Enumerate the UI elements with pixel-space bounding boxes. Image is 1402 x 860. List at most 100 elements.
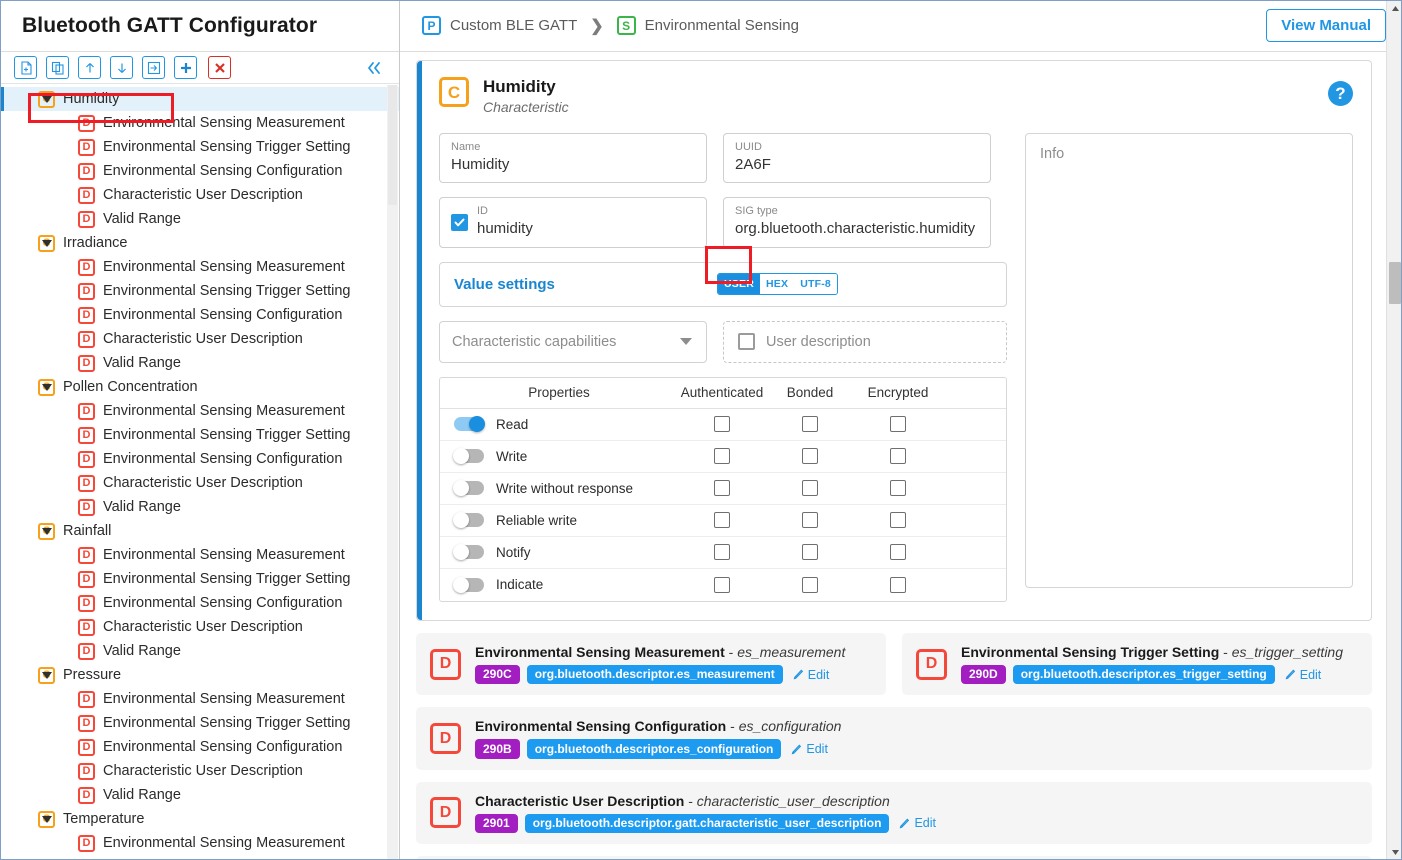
property-toggle[interactable] — [454, 417, 484, 431]
bonded-checkbox[interactable] — [802, 512, 818, 528]
tree-node-descriptor[interactable]: DEnvironmental Sensing Trigger Setting — [0, 711, 399, 735]
view-manual-button[interactable]: View Manual — [1266, 9, 1386, 42]
encrypted-checkbox[interactable] — [890, 544, 906, 560]
add-icon[interactable] — [174, 56, 197, 79]
left-scrollbar[interactable] — [387, 85, 398, 860]
bonded-checkbox[interactable] — [802, 416, 818, 432]
descriptor-card[interactable]: DEnvironmental Sensing Trigger Setting -… — [902, 633, 1372, 695]
tree-node-descriptor[interactable]: DEnvironmental Sensing Trigger Setting — [0, 567, 399, 591]
descriptor-edit-link[interactable]: Edit — [791, 742, 828, 756]
scroll-down-icon[interactable] — [1387, 844, 1402, 860]
tree-node-descriptor[interactable]: DEnvironmental Sensing Measurement — [0, 543, 399, 567]
tree-node-descriptor[interactable]: DEnvironmental Sensing Measurement — [0, 687, 399, 711]
property-toggle[interactable] — [454, 545, 484, 559]
authenticated-checkbox[interactable] — [714, 416, 730, 432]
tree-scroll-area[interactable]: CHumidityDEnvironmental Sensing Measurem… — [0, 84, 399, 860]
user-description-box[interactable]: User description — [723, 321, 1007, 363]
uuid-field[interactable]: UUID 2A6F — [723, 133, 991, 184]
tree-node-descriptor[interactable]: DCharacteristic User Description — [0, 615, 399, 639]
right-scrollbar[interactable] — [1386, 0, 1402, 860]
import-icon[interactable] — [142, 56, 165, 79]
descriptor-card[interactable]: DValid Range - valid_range2906org.blueto… — [416, 856, 1372, 860]
tree-node-descriptor[interactable]: DEnvironmental Sensing Configuration — [0, 735, 399, 759]
encrypted-checkbox[interactable] — [890, 577, 906, 593]
breadcrumb-item-service[interactable]: S Environmental Sensing — [617, 16, 799, 35]
property-toggle[interactable] — [454, 449, 484, 463]
duplicate-icon[interactable] — [46, 56, 69, 79]
value-format-segmented-control[interactable]: USERHEXUTF-8 — [717, 273, 838, 295]
delete-icon[interactable] — [208, 56, 231, 79]
caret-down-icon[interactable] — [42, 816, 52, 823]
chevron-double-left-icon[interactable] — [365, 61, 383, 75]
tree-node-descriptor[interactable]: DEnvironmental Sensing Trigger Setting — [0, 423, 399, 447]
authenticated-checkbox[interactable] — [714, 544, 730, 560]
descriptor-card[interactable]: DEnvironmental Sensing Configuration - e… — [416, 707, 1372, 769]
left-scrollbar-thumb[interactable] — [388, 85, 397, 205]
caret-down-icon[interactable] — [42, 528, 52, 535]
caret-down-icon[interactable] — [42, 672, 52, 679]
tree-node-descriptor[interactable]: DEnvironmental Sensing Configuration — [0, 591, 399, 615]
bonded-checkbox[interactable] — [802, 480, 818, 496]
tree-node-descriptor[interactable]: DEnvironmental Sensing Trigger Setting — [0, 135, 399, 159]
bonded-checkbox[interactable] — [802, 544, 818, 560]
tree-node-characteristic[interactable]: CPollen Concentration — [0, 375, 399, 399]
name-field[interactable]: Name Humidity — [439, 133, 707, 184]
tree-node-descriptor[interactable]: DEnvironmental Sensing Measurement — [0, 399, 399, 423]
value-format-option-user[interactable]: USER — [718, 274, 760, 294]
tree-node-descriptor[interactable]: DEnvironmental Sensing Measurement — [0, 111, 399, 135]
descriptor-edit-link[interactable]: Edit — [1285, 668, 1322, 682]
property-toggle[interactable] — [454, 578, 484, 592]
characteristic-capabilities-select[interactable]: Characteristic capabilities — [439, 321, 707, 363]
tree-node-descriptor[interactable]: DEnvironmental Sensing Trigger Setting — [0, 279, 399, 303]
descriptor-edit-link[interactable]: Edit — [899, 816, 936, 830]
descriptor-card[interactable]: DEnvironmental Sensing Measurement - es_… — [416, 633, 886, 695]
tree-node-descriptor[interactable]: DValid Range — [0, 495, 399, 519]
tree-node-descriptor[interactable]: DCharacteristic User Description — [0, 471, 399, 495]
id-field[interactable]: ID humidity — [439, 197, 707, 248]
authenticated-checkbox[interactable] — [714, 480, 730, 496]
tree-node-descriptor[interactable]: DEnvironmental Sensing Configuration — [0, 447, 399, 471]
tree-node-descriptor[interactable]: DCharacteristic User Description — [0, 759, 399, 783]
bonded-checkbox[interactable] — [802, 448, 818, 464]
user-description-checkbox[interactable] — [738, 333, 755, 350]
tree-node-descriptor[interactable]: DValid Range — [0, 207, 399, 231]
encrypted-checkbox[interactable] — [890, 480, 906, 496]
tree-node-characteristic[interactable]: CHumidity — [0, 87, 399, 111]
sig-type-field[interactable]: SIG type org.bluetooth.characteristic.hu… — [723, 197, 991, 248]
encrypted-checkbox[interactable] — [890, 416, 906, 432]
tree-node-descriptor[interactable]: DCharacteristic User Description — [0, 183, 399, 207]
tree-node-descriptor[interactable]: DValid Range — [0, 351, 399, 375]
value-format-option-hex[interactable]: HEX — [760, 274, 794, 294]
encrypted-checkbox[interactable] — [890, 512, 906, 528]
authenticated-checkbox[interactable] — [714, 577, 730, 593]
breadcrumb-item-project[interactable]: P Custom BLE GATT — [422, 16, 577, 35]
tree-node-characteristic[interactable]: CRainfall — [0, 519, 399, 543]
property-toggle[interactable] — [454, 481, 484, 495]
authenticated-checkbox[interactable] — [714, 512, 730, 528]
tree-node-characteristic[interactable]: CIrradiance — [0, 231, 399, 255]
tree-node-descriptor[interactable]: DEnvironmental Sensing Configuration — [0, 303, 399, 327]
tree-node-descriptor[interactable]: DEnvironmental Sensing Measurement — [0, 831, 399, 855]
bonded-checkbox[interactable] — [802, 577, 818, 593]
tree-node-descriptor[interactable]: DEnvironmental Sensing Measurement — [0, 255, 399, 279]
tree-node-characteristic[interactable]: CPressure — [0, 663, 399, 687]
tree-node-descriptor[interactable]: DEnvironmental Sensing Configuration — [0, 159, 399, 183]
scroll-up-icon[interactable] — [1387, 0, 1402, 16]
property-toggle[interactable] — [454, 513, 484, 527]
tree-node-descriptor[interactable]: DValid Range — [0, 639, 399, 663]
tree-node-characteristic[interactable]: CTemperature — [0, 807, 399, 831]
descriptor-card[interactable]: DCharacteristic User Description - chara… — [416, 782, 1372, 844]
caret-down-icon[interactable] — [42, 384, 52, 391]
descriptor-edit-link[interactable]: Edit — [793, 668, 830, 682]
move-down-icon[interactable] — [110, 56, 133, 79]
tree-node-descriptor[interactable]: DCharacteristic User Description — [0, 327, 399, 351]
caret-down-icon[interactable] — [42, 96, 52, 103]
encrypted-checkbox[interactable] — [890, 448, 906, 464]
value-format-option-utf-8[interactable]: UTF-8 — [794, 274, 837, 294]
id-checkbox[interactable] — [451, 214, 468, 231]
caret-down-icon[interactable] — [42, 240, 52, 247]
info-panel[interactable]: Info — [1025, 133, 1353, 588]
move-up-icon[interactable] — [78, 56, 101, 79]
tree-node-descriptor[interactable]: DValid Range — [0, 783, 399, 807]
right-scrollbar-thumb[interactable] — [1389, 262, 1401, 304]
